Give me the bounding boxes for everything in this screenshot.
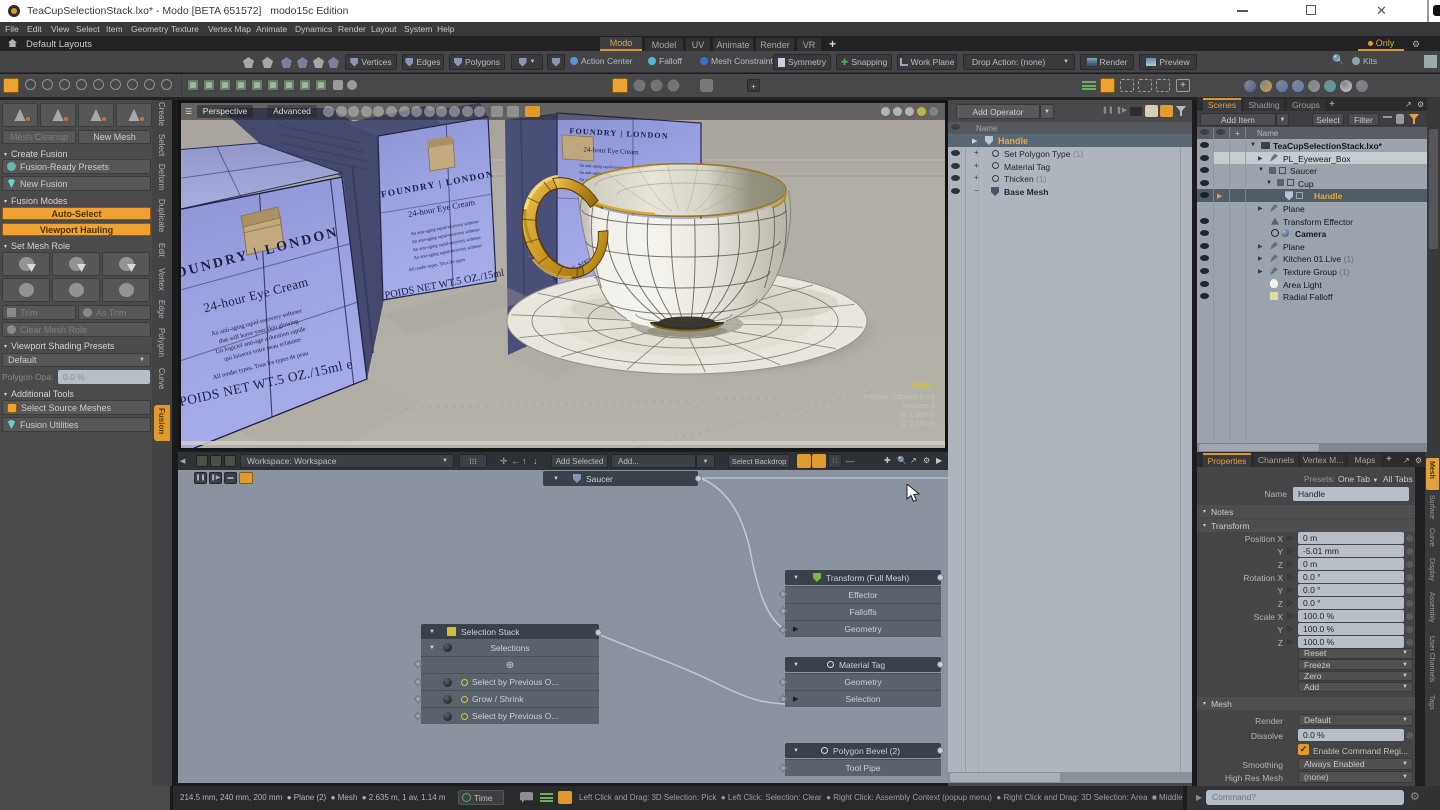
svg-text:D: 2.193 m: D: 2.193 m [901,421,935,428]
svg-text:Polygon: Camera Back: Polygon: Camera Back [863,394,935,401]
svg-text:Guide: Guide [910,380,933,389]
svg-text:Vertices: 4: Vertices: 4 [902,403,935,410]
svg-text:W: 1.900 m: W: 1.900 m [899,412,935,419]
